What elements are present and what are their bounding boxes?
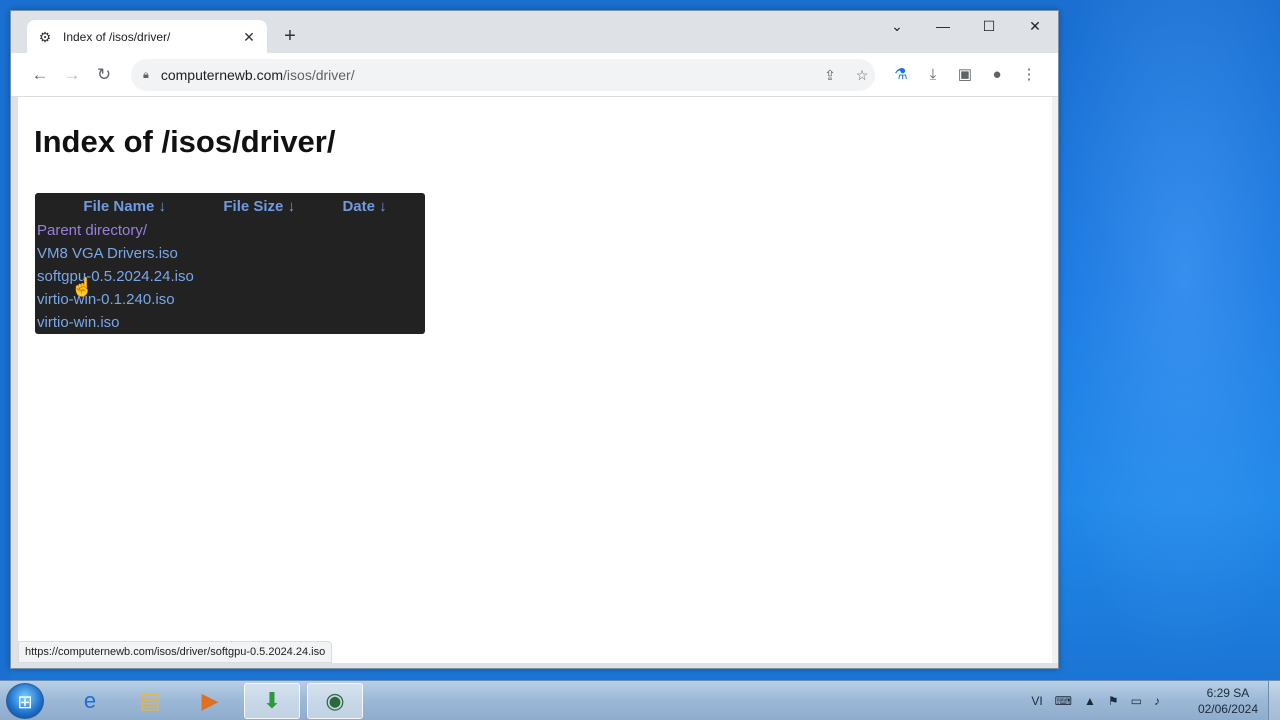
file-listing: File Name ↓ File Size ↓ Date ↓ Parent di…: [35, 193, 425, 334]
show-desktop-button[interactable]: [1268, 681, 1280, 720]
clock-date: 02/06/2024: [1197, 702, 1258, 716]
action-center-icon[interactable]: ⚑: [1108, 694, 1119, 708]
tab-title: Index of /isos/driver/: [63, 30, 171, 44]
close-window-button[interactable]: ✕: [1012, 11, 1058, 41]
maximize-button[interactable]: ☐: [966, 11, 1012, 41]
file-size: [214, 242, 304, 265]
internet-explorer-icon[interactable]: e: [62, 683, 118, 719]
favicon-icon: ⚙: [38, 29, 52, 45]
lock-icon: 🔒︎: [143, 68, 149, 81]
file-date: [304, 288, 425, 311]
download-icon[interactable]: ⤓: [923, 65, 943, 85]
tab-strip: ⚙ Index of /isos/driver/ ✕ + ⌄ — ☐ ✕: [11, 11, 1058, 54]
file-link[interactable]: VM8 VGA Drivers.iso: [37, 245, 178, 262]
page-scrollbar[interactable]: [1052, 97, 1058, 663]
desktop-edge: [0, 0, 10, 680]
tab-active[interactable]: ⚙ Index of /isos/driver/ ✕: [27, 20, 267, 54]
page-content: Index of /isos/driver/ File Name ↓ File …: [18, 97, 1053, 663]
reload-button[interactable]: ↻: [92, 63, 116, 87]
address-bar[interactable]: 🔒︎ computernewb.com/isos/driver/ ⇪ ☆: [131, 59, 875, 91]
system-tray: VI ⌨ ▲ ⚑ ▭ ♪: [1019, 681, 1160, 720]
file-link[interactable]: softgpu-0.5.2024.24.iso: [37, 268, 194, 285]
file-size: [214, 265, 304, 288]
taskbar: ⊞ e ▤ ▶ ⬇ ◉ VI ⌨ ▲ ⚑ ▭ ♪ 6:29 SA 02/06/2…: [0, 680, 1280, 720]
file-explorer-icon[interactable]: ▤: [122, 683, 178, 719]
desktop-background: [1040, 0, 1280, 680]
browser-window: ⚙ Index of /isos/driver/ ✕ + ⌄ — ☐ ✕ ← →…: [10, 10, 1059, 669]
minimize-button[interactable]: —: [920, 11, 966, 41]
column-file-size[interactable]: File Size ↓: [214, 193, 304, 219]
hand-cursor-icon: ☝: [71, 277, 94, 297]
file-date: -: [306, 223, 311, 238]
table-row: virtio-win.iso: [35, 311, 425, 334]
table-row: softgpu-0.5.2024.24.iso: [35, 265, 425, 288]
column-file-name[interactable]: File Name ↓: [35, 193, 214, 219]
url-host: computernewb.com: [160, 67, 284, 83]
network-icon[interactable]: ▭: [1131, 694, 1142, 708]
start-button[interactable]: ⊞: [6, 683, 44, 719]
column-date[interactable]: Date ↓: [304, 193, 425, 219]
forward-button[interactable]: →: [60, 63, 84, 87]
keyboard-icon[interactable]: ⌨: [1055, 694, 1072, 708]
file-date: [304, 265, 425, 288]
bookmark-star-icon[interactable]: ☆: [852, 65, 872, 85]
url-path: /isos/driver/: [283, 67, 355, 83]
side-panel-icon[interactable]: ▣: [955, 65, 975, 85]
tab-search-button[interactable]: ⌄: [874, 11, 920, 41]
file-date: [304, 242, 425, 265]
file-link[interactable]: virtio-win-0.1.240.iso: [37, 291, 175, 308]
language-indicator[interactable]: VI: [1031, 694, 1042, 708]
status-url-bubble: https://computernewb.com/isos/driver/sof…: [18, 641, 333, 663]
file-size: -: [216, 223, 221, 238]
chrome-browser-icon[interactable]: ◉: [307, 683, 363, 719]
table-row: Parent directory/ - -: [35, 219, 425, 242]
labs-flask-icon[interactable]: ⚗: [891, 65, 911, 85]
window-controls: ⌄ — ☐ ✕: [874, 11, 1058, 41]
file-size: [214, 288, 304, 311]
file-link[interactable]: virtio-win.iso: [37, 314, 120, 331]
table-row: virtio-win-0.1.240.iso: [35, 288, 425, 311]
tab-close-icon[interactable]: ✕: [241, 29, 257, 46]
download-manager-icon[interactable]: ⬇: [244, 683, 300, 719]
new-tab-button[interactable]: +: [279, 25, 301, 47]
back-button[interactable]: ←: [28, 63, 52, 87]
clock[interactable]: 6:29 SA 02/06/2024: [1198, 685, 1258, 717]
media-player-icon[interactable]: ▶: [182, 683, 238, 719]
volume-icon[interactable]: ♪: [1154, 694, 1160, 708]
browser-toolbar: ← → ↻ 🔒︎ computernewb.com/isos/driver/ ⇪…: [11, 53, 1058, 97]
file-size: [214, 311, 304, 334]
tray-expand-icon[interactable]: ▲: [1084, 694, 1096, 708]
page-title: Index of /isos/driver/: [34, 124, 336, 159]
clock-time: 6:29 SA: [1206, 686, 1250, 700]
file-date: [304, 311, 425, 334]
menu-kebab-icon[interactable]: ⋮: [1019, 65, 1039, 85]
profile-avatar-icon[interactable]: ●: [987, 65, 1007, 85]
share-icon[interactable]: ⇪: [820, 65, 840, 85]
table-row: VM8 VGA Drivers.iso: [35, 242, 425, 265]
file-link[interactable]: Parent directory/: [37, 222, 147, 239]
